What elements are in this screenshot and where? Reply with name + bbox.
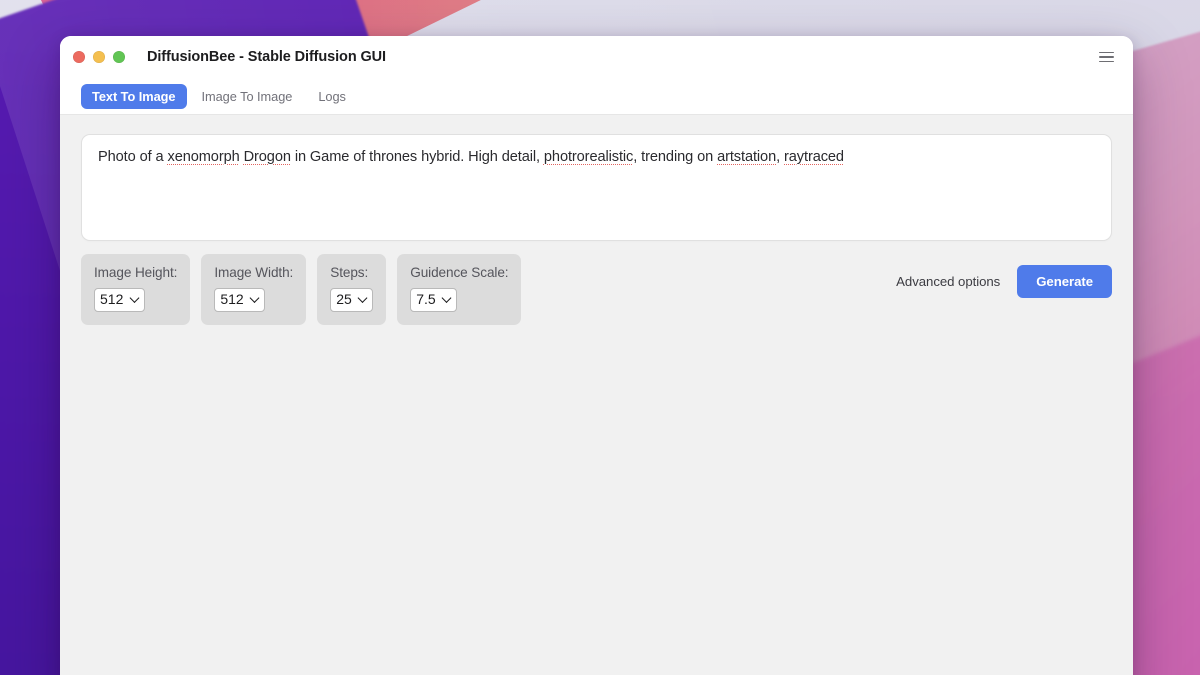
menu-line-2 bbox=[1098, 56, 1114, 58]
menu-line-3 bbox=[1098, 60, 1114, 63]
misspelled-word: Drogon bbox=[243, 149, 291, 165]
action-controls: Advanced options Generate bbox=[896, 254, 1112, 298]
content-area: Photo of a xenomorph Drogon in Game of t… bbox=[60, 115, 1133, 675]
generate-button[interactable]: Generate bbox=[1017, 265, 1112, 298]
option-card-guidance-scale: Guidence Scale: 7.5 bbox=[397, 254, 522, 325]
image-height-select-wrap: 512 bbox=[94, 288, 145, 312]
tab-image-to-image[interactable]: Image To Image bbox=[191, 84, 304, 109]
tab-bar: Text To Image Image To Image Logs bbox=[60, 78, 1133, 115]
misspelled-word: raytraced bbox=[784, 149, 844, 165]
close-button[interactable] bbox=[73, 51, 85, 63]
misspelled-word: photrorealistic bbox=[543, 149, 634, 165]
window-title: DiffusionBee - Stable Diffusion GUI bbox=[147, 49, 386, 65]
prompt-text-run: in Game of thrones hybrid. High detail, bbox=[290, 149, 544, 165]
misspelled-word: artstation bbox=[717, 149, 777, 165]
maximize-button[interactable] bbox=[113, 51, 125, 63]
steps-select-wrap: 25 bbox=[330, 288, 374, 312]
prompt-text-run: Photo of a bbox=[98, 149, 168, 165]
image-width-select-wrap: 512 bbox=[214, 288, 266, 312]
option-card-image-height: Image Height: 512 bbox=[81, 254, 191, 325]
guidance-scale-select[interactable]: 7.5 bbox=[410, 288, 458, 312]
prompt-input[interactable]: Photo of a xenomorph Drogon in Game of t… bbox=[81, 134, 1112, 241]
guidance-scale-label: Guidence Scale: bbox=[410, 265, 509, 280]
traffic-light-controls bbox=[60, 51, 125, 63]
desktop-wallpaper: DiffusionBee - Stable Diffusion GUI Text… bbox=[0, 0, 1200, 675]
misspelled-word: xenomorph bbox=[167, 149, 240, 165]
steps-label: Steps: bbox=[330, 265, 369, 280]
prompt-text-run: , bbox=[776, 149, 785, 165]
menu-line-1 bbox=[1098, 51, 1114, 54]
minimize-button[interactable] bbox=[93, 51, 105, 63]
prompt-text: Photo of a xenomorph Drogon in Game of t… bbox=[98, 148, 1095, 168]
options-row: Image Height: 512 Image Width: 512 Steps… bbox=[81, 254, 1112, 325]
image-width-label: Image Width: bbox=[214, 265, 294, 280]
application-window: DiffusionBee - Stable Diffusion GUI Text… bbox=[60, 36, 1133, 675]
steps-select[interactable]: 25 bbox=[330, 288, 374, 312]
option-card-steps: Steps: 25 bbox=[317, 254, 387, 325]
advanced-options-link[interactable]: Advanced options bbox=[896, 274, 1000, 289]
guidance-scale-select-wrap: 7.5 bbox=[410, 288, 458, 312]
tab-text-to-image[interactable]: Text To Image bbox=[81, 83, 187, 109]
option-card-image-width: Image Width: 512 bbox=[201, 254, 307, 325]
title-bar: DiffusionBee - Stable Diffusion GUI bbox=[60, 36, 1133, 78]
hamburger-menu-icon[interactable] bbox=[1093, 46, 1119, 68]
tab-logs[interactable]: Logs bbox=[307, 84, 357, 109]
image-height-label: Image Height: bbox=[94, 265, 178, 280]
image-height-select[interactable]: 512 bbox=[94, 288, 145, 312]
prompt-text-run: , trending on bbox=[633, 149, 718, 165]
image-width-select[interactable]: 512 bbox=[214, 288, 266, 312]
